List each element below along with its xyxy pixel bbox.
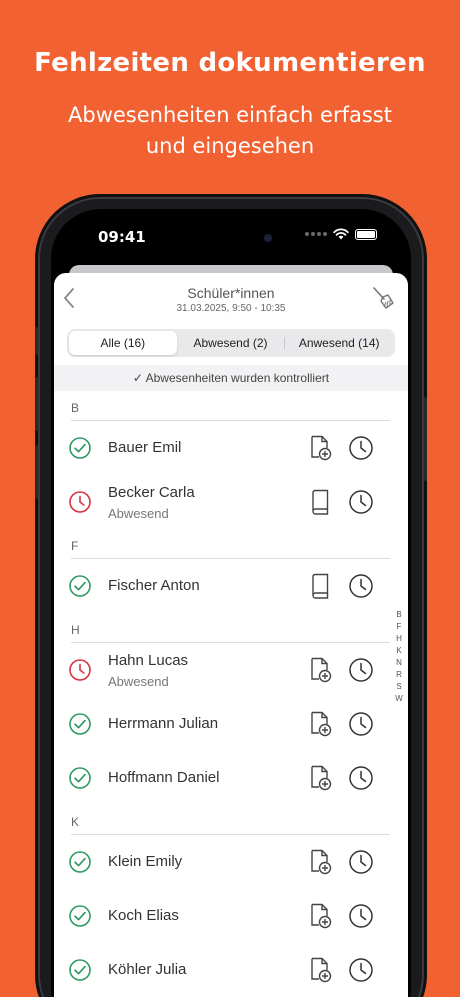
section-header-f: F bbox=[54, 529, 408, 559]
student-row[interactable]: Koch Elias bbox=[54, 889, 408, 943]
section-label: H bbox=[71, 623, 80, 637]
student-name: Herrmann Julian bbox=[108, 715, 219, 732]
add-document-icon[interactable] bbox=[308, 903, 332, 929]
tab-alle[interactable]: Alle (16) bbox=[69, 331, 177, 355]
clock-icon[interactable] bbox=[348, 657, 374, 683]
side-button-volume-down bbox=[35, 445, 38, 499]
absent-clock-icon[interactable] bbox=[69, 659, 91, 681]
add-document-icon[interactable] bbox=[308, 657, 332, 683]
clock-icon[interactable] bbox=[348, 573, 374, 599]
battery-icon bbox=[355, 228, 377, 240]
add-document-icon[interactable] bbox=[308, 435, 332, 461]
present-check-icon[interactable] bbox=[69, 851, 91, 873]
students-sheet: Schüler*innen 31.03.2025, 9:50 - 10:35 A… bbox=[54, 273, 408, 997]
section-header-k: K bbox=[54, 805, 408, 835]
student-status: Abwesend bbox=[108, 506, 169, 521]
status-time: 09:41 bbox=[98, 228, 146, 246]
present-check-icon[interactable] bbox=[69, 767, 91, 789]
side-button-action bbox=[35, 327, 38, 355]
student-row[interactable]: Fischer Anton bbox=[54, 559, 408, 613]
phone-screen: 09:41 Schüler*innen 31.03.2025, 9:50 - 1… bbox=[51, 209, 411, 997]
status-icons bbox=[305, 228, 377, 240]
student-name: Becker Carla bbox=[108, 484, 195, 501]
add-document-icon[interactable] bbox=[308, 765, 332, 791]
student-name: Hoffmann Daniel bbox=[108, 769, 220, 786]
present-check-icon[interactable] bbox=[69, 959, 91, 981]
index-letter[interactable]: R bbox=[396, 669, 402, 681]
section-label: K bbox=[71, 815, 80, 829]
subline-line-1: Abwesenheiten einfach erfasst bbox=[68, 103, 392, 127]
book-icon[interactable] bbox=[308, 489, 332, 515]
side-button-volume-up bbox=[35, 377, 38, 431]
section-label: B bbox=[71, 401, 80, 415]
student-status: Abwesend bbox=[108, 674, 169, 689]
student-name: Bauer Emil bbox=[108, 439, 182, 456]
student-row[interactable]: Bauer Emil bbox=[54, 421, 408, 475]
subline-line-2: und eingesehen bbox=[145, 134, 315, 158]
clock-icon[interactable] bbox=[348, 435, 374, 461]
add-document-icon[interactable] bbox=[308, 849, 332, 875]
present-check-icon[interactable] bbox=[69, 713, 91, 735]
clock-icon[interactable] bbox=[348, 489, 374, 515]
phone-frame: 09:41 Schüler*innen 31.03.2025, 9:50 - 1… bbox=[35, 197, 427, 997]
camera-icon bbox=[264, 234, 272, 242]
subline: Abwesenheiten einfach erfasst und einges… bbox=[0, 100, 460, 162]
tab-abwesend[interactable]: Abwesend (2) bbox=[177, 331, 285, 355]
add-document-icon[interactable] bbox=[308, 711, 332, 737]
index-letter[interactable]: W bbox=[395, 693, 403, 705]
filter-segmented-control: Alle (16) Abwesend (2) Anwesend (14) bbox=[67, 329, 395, 357]
signal-icon bbox=[305, 232, 327, 236]
clock-icon[interactable] bbox=[348, 849, 374, 875]
book-icon[interactable] bbox=[308, 573, 332, 599]
student-row[interactable]: Hoffmann Daniel bbox=[54, 751, 408, 805]
clock-icon[interactable] bbox=[348, 903, 374, 929]
index-letter[interactable]: B bbox=[396, 609, 401, 621]
student-name: Fischer Anton bbox=[108, 577, 200, 594]
index-letter[interactable]: N bbox=[396, 657, 402, 669]
section-header-b: B bbox=[54, 391, 408, 421]
page-title: Schüler*innen bbox=[187, 285, 275, 301]
clock-icon[interactable] bbox=[348, 765, 374, 791]
present-check-icon[interactable] bbox=[69, 905, 91, 927]
student-row[interactable]: Herrmann Julian bbox=[54, 697, 408, 751]
index-letter[interactable]: S bbox=[396, 681, 401, 693]
add-document-icon[interactable] bbox=[308, 957, 332, 983]
student-row[interactable]: Hahn Lucas Abwesend bbox=[54, 643, 408, 697]
nav-bar: Schüler*innen 31.03.2025, 9:50 - 10:35 bbox=[54, 273, 408, 327]
index-letter[interactable]: F bbox=[397, 621, 402, 633]
section-index[interactable]: B F H K N R S W bbox=[393, 609, 405, 705]
index-letter[interactable]: H bbox=[396, 633, 402, 645]
wifi-icon bbox=[333, 228, 349, 240]
student-row[interactable]: Köhler Julia bbox=[54, 943, 408, 997]
student-name: Koch Elias bbox=[108, 907, 179, 924]
checked-banner: ✓ Abwesenheiten wurden kontrolliert bbox=[54, 365, 408, 391]
index-letter[interactable]: K bbox=[396, 645, 401, 657]
headline: Fehlzeiten dokumentieren bbox=[34, 48, 426, 78]
side-button-power bbox=[424, 397, 427, 481]
section-label: F bbox=[71, 539, 79, 553]
absent-clock-icon[interactable] bbox=[69, 491, 91, 513]
tab-anwesend[interactable]: Anwesend (14) bbox=[285, 331, 393, 355]
broom-icon[interactable] bbox=[372, 286, 394, 310]
student-name: Hahn Lucas bbox=[108, 652, 189, 669]
present-check-icon[interactable] bbox=[69, 575, 91, 597]
student-row[interactable]: Becker Carla Abwesend bbox=[54, 475, 408, 529]
lesson-time: 31.03.2025, 9:50 - 10:35 bbox=[176, 303, 286, 314]
section-header-h: H bbox=[54, 613, 408, 643]
student-row[interactable]: Klein Emily bbox=[54, 835, 408, 889]
student-name: Köhler Julia bbox=[108, 961, 187, 978]
student-list: B Bauer Emil Becker Carla Abwesend F Fis… bbox=[54, 391, 408, 997]
student-name: Klein Emily bbox=[108, 853, 183, 870]
clock-icon[interactable] bbox=[348, 711, 374, 737]
clock-icon[interactable] bbox=[348, 957, 374, 983]
present-check-icon[interactable] bbox=[69, 437, 91, 459]
